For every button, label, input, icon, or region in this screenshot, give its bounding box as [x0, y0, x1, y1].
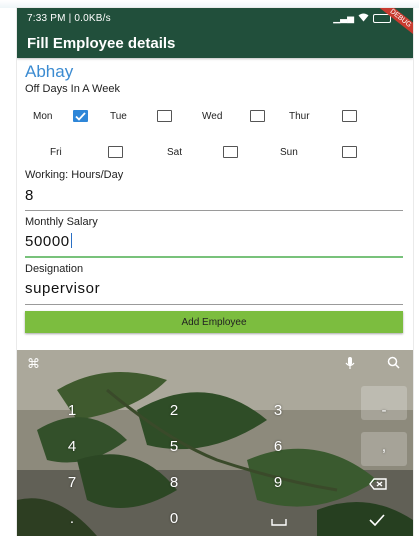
status-icons: ▁▃▅: [333, 13, 391, 24]
numeric-keyboard: ⌘ 1 2 3 - 4 5 6 , 7 8 9 . 0: [17, 350, 413, 536]
salary-input-row[interactable]: 50000: [25, 232, 403, 252]
top-crop-strip: [0, 0, 419, 8]
microphone-icon[interactable]: [345, 356, 355, 373]
day-fri[interactable]: Fri: [50, 146, 123, 158]
salary-label: Monthly Salary: [25, 216, 98, 228]
key-9[interactable]: 9: [233, 474, 323, 491]
search-icon[interactable]: [387, 356, 400, 372]
key-minus[interactable]: -: [339, 402, 413, 419]
add-employee-button[interactable]: Add Employee: [25, 311, 403, 333]
days-row-1: Mon Tue Wed Thur: [25, 103, 403, 129]
checkbox-wed[interactable]: [250, 110, 265, 122]
checkbox-sun[interactable]: [342, 146, 357, 158]
key-comma[interactable]: ,: [339, 438, 413, 455]
page-title: Fill Employee details: [27, 34, 176, 52]
day-label-wed: Wed: [202, 110, 223, 122]
designation-underline: [25, 304, 403, 305]
app-bar: Fill Employee details: [17, 28, 413, 58]
key-1[interactable]: 1: [27, 402, 117, 419]
checkbox-tue[interactable]: [157, 110, 172, 122]
key-2[interactable]: 2: [129, 402, 219, 419]
day-label-sun: Sun: [280, 146, 298, 158]
wifi-icon: [358, 13, 369, 24]
checkbox-mon[interactable]: [73, 110, 88, 122]
designation-field[interactable]: Designation supervisor: [25, 263, 403, 305]
designation-input[interactable]: supervisor: [25, 279, 403, 299]
employee-name: Abhay: [25, 62, 74, 81]
space-icon[interactable]: [271, 514, 287, 529]
key-5[interactable]: 5: [129, 438, 219, 455]
checkbox-thur[interactable]: [342, 110, 357, 122]
signal-icon: ▁▃▅: [333, 12, 354, 23]
checkbox-fri[interactable]: [108, 146, 123, 158]
key-6[interactable]: 6: [233, 438, 323, 455]
day-label-thur: Thur: [289, 110, 310, 122]
days-row-2: Fri Sat Sun: [25, 139, 403, 165]
salary-input[interactable]: 50000: [25, 233, 70, 250]
status-time: 7:33 PM | 0.0KB/s: [27, 12, 111, 24]
day-sun[interactable]: Sun: [280, 146, 357, 158]
day-tue[interactable]: Tue: [110, 110, 172, 122]
day-label-tue: Tue: [110, 110, 127, 122]
day-mon[interactable]: Mon: [33, 110, 88, 122]
text-cursor: [70, 233, 73, 248]
hours-label: Working: Hours/Day: [25, 169, 124, 181]
day-sat[interactable]: Sat: [167, 146, 238, 158]
check-icon: [75, 111, 86, 121]
salary-field[interactable]: Monthly Salary 50000: [25, 216, 403, 258]
day-label-mon: Mon: [33, 110, 53, 122]
day-wed[interactable]: Wed: [202, 110, 265, 122]
checkbox-sat[interactable]: [223, 146, 238, 158]
key-3[interactable]: 3: [233, 402, 323, 419]
day-label-fri: Fri: [50, 146, 62, 158]
day-thur[interactable]: Thur: [289, 110, 357, 122]
hours-underline: [25, 210, 403, 211]
employee-form: Abhay Off Days In A Week Mon Tue Wed Thu…: [17, 62, 413, 333]
done-check-icon[interactable]: [369, 514, 385, 529]
keyboard-layout-icon[interactable]: ⌘: [27, 356, 40, 372]
day-label-sat: Sat: [167, 146, 183, 158]
key-period[interactable]: .: [27, 510, 117, 527]
key-4[interactable]: 4: [27, 438, 117, 455]
key-8[interactable]: 8: [129, 474, 219, 491]
off-days-label: Off Days In A Week: [25, 83, 120, 95]
salary-underline: [25, 256, 403, 258]
key-7[interactable]: 7: [27, 474, 117, 491]
hours-input[interactable]: 8: [25, 186, 403, 206]
backspace-icon[interactable]: [369, 478, 387, 493]
status-bar: 7:33 PM | 0.0KB/s ▁▃▅ DEBUG: [17, 8, 413, 44]
phone-screen: 7:33 PM | 0.0KB/s ▁▃▅ DEBUG Fill Employe…: [17, 8, 413, 536]
key-0[interactable]: 0: [129, 510, 219, 527]
hours-field[interactable]: Working: Hours/Day 8: [25, 169, 403, 211]
designation-label: Designation: [25, 263, 84, 275]
screenshot-frame: 7:33 PM | 0.0KB/s ▁▃▅ DEBUG Fill Employe…: [0, 0, 419, 536]
